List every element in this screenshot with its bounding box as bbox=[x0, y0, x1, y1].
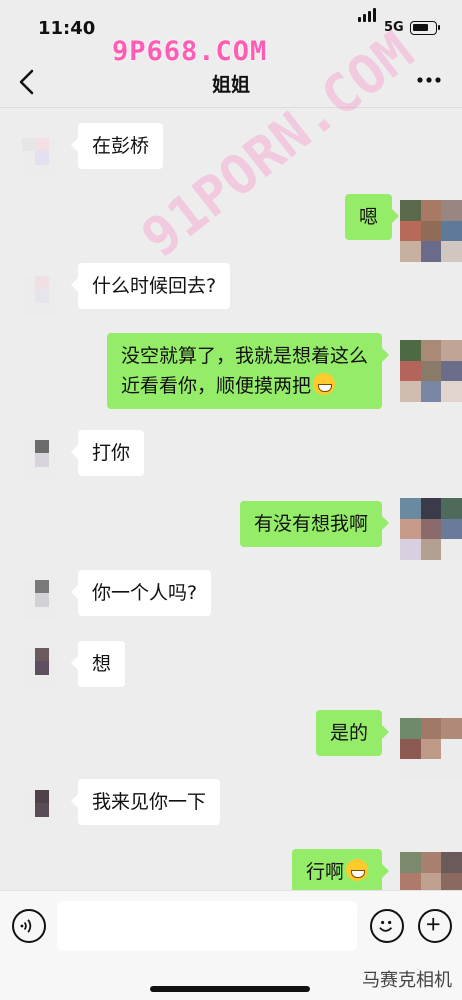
message-bubble-incoming[interactable]: 打你 bbox=[70, 430, 145, 476]
thinking-face-emoji-icon bbox=[313, 373, 335, 395]
avatar[interactable] bbox=[22, 138, 62, 178]
message-bubble-outgoing[interactable]: 是的 bbox=[315, 710, 390, 756]
grinning-face-emoji-icon bbox=[346, 859, 368, 881]
avatar[interactable] bbox=[22, 276, 62, 316]
message-bubble-incoming[interactable]: 你一个人吗? bbox=[70, 570, 212, 616]
avatar[interactable] bbox=[400, 498, 462, 560]
battery-icon bbox=[410, 21, 440, 35]
voice-icon[interactable] bbox=[12, 909, 46, 943]
plus-icon[interactable] bbox=[418, 909, 452, 943]
message-bubble-incoming[interactable]: 在彭桥 bbox=[70, 123, 164, 169]
message-bubble-outgoing[interactable]: 没空就算了，我就是想着这么 近看看你，顺便摸两把 bbox=[106, 333, 390, 409]
emoji-icon[interactable] bbox=[370, 909, 404, 943]
watermark-corner: 马赛克相机 bbox=[362, 970, 452, 991]
avatar[interactable] bbox=[400, 340, 462, 402]
message-line: 没空就算了，我就是想着这么 bbox=[120, 345, 368, 367]
status-time: 11:40 bbox=[38, 18, 96, 39]
avatar[interactable] bbox=[22, 440, 62, 480]
avatar[interactable] bbox=[22, 790, 62, 830]
message-line: 近看看你，顺便摸两把 bbox=[121, 371, 368, 401]
avatar[interactable] bbox=[22, 648, 62, 688]
message-bubble-incoming[interactable]: 什么时候回去? bbox=[70, 263, 231, 309]
message-bubble-outgoing[interactable]: 嗯 bbox=[344, 194, 400, 240]
message-text: 行啊 bbox=[305, 861, 344, 883]
message-line-text: 近看看你，顺便摸两把 bbox=[120, 375, 311, 397]
message-bubble-incoming[interactable]: 想 bbox=[70, 641, 126, 687]
message-bubble-outgoing[interactable]: 有没有想我啊 bbox=[239, 501, 390, 547]
message-bubble-outgoing[interactable]: 行啊 bbox=[291, 849, 390, 895]
message-bubble-incoming[interactable]: 我来见你一下 bbox=[70, 779, 221, 825]
avatar[interactable] bbox=[22, 580, 62, 620]
battery-level bbox=[413, 24, 428, 31]
home-indicator[interactable] bbox=[150, 986, 310, 992]
watermark-top: 9P668.COM bbox=[112, 36, 268, 67]
avatar[interactable] bbox=[400, 200, 462, 262]
message-input[interactable] bbox=[57, 901, 357, 951]
avatar[interactable] bbox=[400, 718, 462, 780]
